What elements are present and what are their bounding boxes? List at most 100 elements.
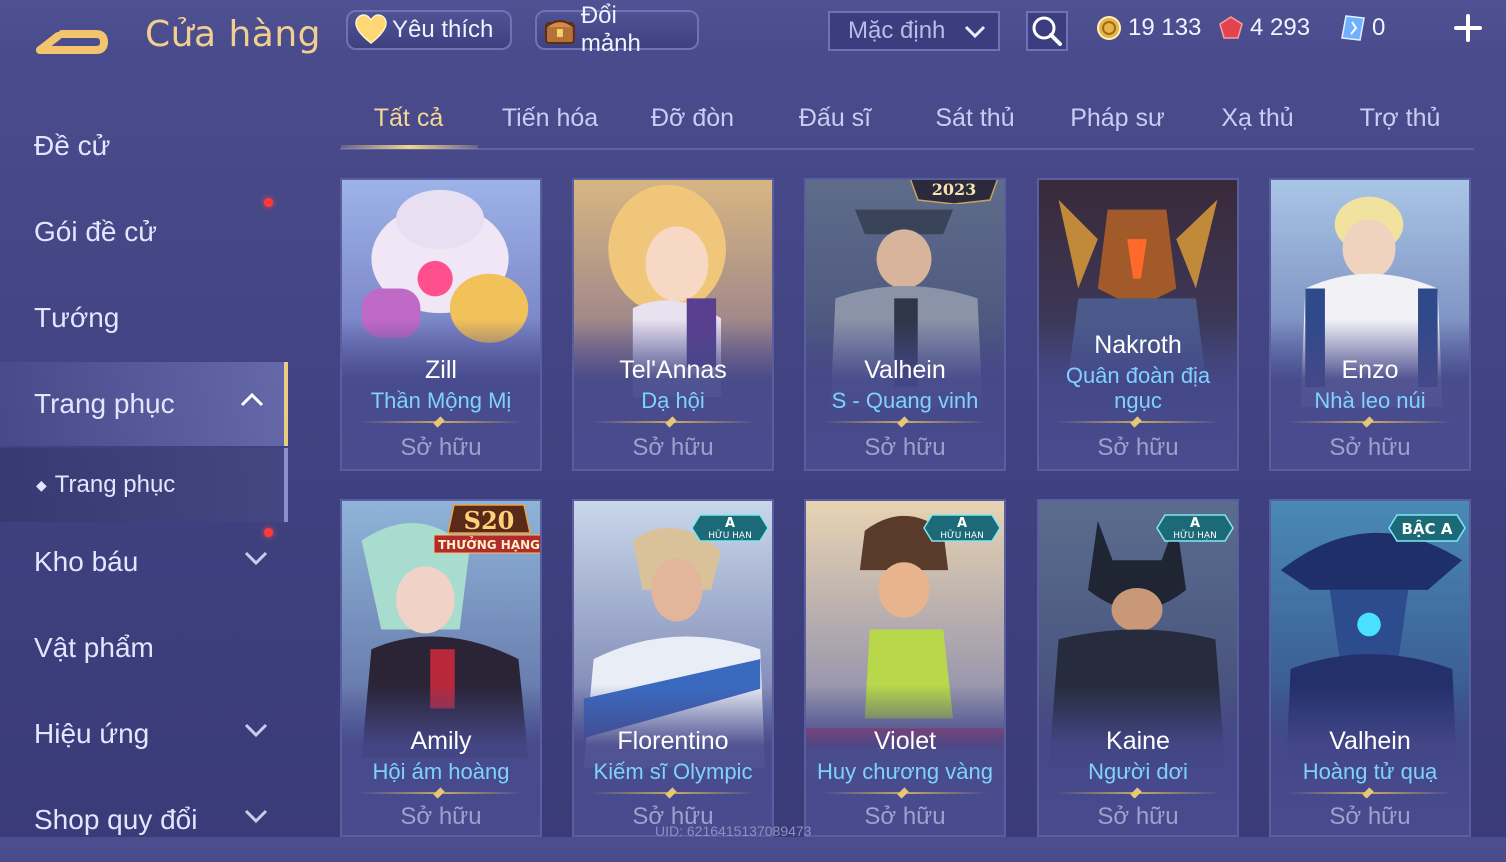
sidebar-item-heroes[interactable]: Tướng: [0, 276, 288, 360]
ruby-voucher-icon: [1219, 16, 1243, 39]
hero-name: Zill: [425, 356, 457, 384]
voucher-currency: 4 293: [1218, 12, 1310, 44]
tab-all[interactable]: Tất cả: [340, 104, 477, 133]
category-tabs: Tất cả Tiến hóa Đỡ đòn Đấu sĩ Sát thủ Ph…: [340, 96, 1474, 150]
tab-tank[interactable]: Đỡ đòn: [630, 104, 755, 133]
card-divider: [358, 792, 524, 794]
tab-mage[interactable]: Pháp sư: [1060, 104, 1175, 133]
gold-coin-icon: [1097, 16, 1121, 40]
favorite-label: Yêu thích: [392, 16, 494, 43]
owned-status: Sở hữu: [1329, 803, 1411, 830]
badge-subtext: THƯỞNG HẠNG: [438, 536, 540, 552]
badge-text: 2023: [932, 180, 977, 199]
skin-name: Quân đoàn địa ngục: [1065, 363, 1211, 413]
sidebar-item-recommended[interactable]: Đề cử: [0, 104, 288, 188]
exchange-label: Đổi mảnh: [580, 2, 641, 57]
active-tab-indicator: [341, 145, 478, 149]
sidebar-item-label: Đề cử: [34, 130, 111, 161]
skin-card-amily[interactable]: S20 THƯỞNG HẠNG Amily Hội ám hoàng Sở hữ…: [340, 499, 542, 837]
back-arrow-icon[interactable]: [36, 18, 112, 58]
badge-text: S20: [464, 506, 515, 535]
plus-icon[interactable]: [1452, 12, 1484, 44]
owned-status: Sở hữu: [400, 803, 482, 830]
skin-card-kaine[interactable]: A HỮU HẠN Kaine Người dơi Sở hữu: [1037, 499, 1239, 837]
owned-status: Sở hữu: [632, 434, 714, 461]
treasure-chest-icon: [544, 20, 575, 44]
page-title: Cửa hàng: [145, 14, 322, 55]
sidebar-item-label: Shop quy đổi: [34, 804, 198, 835]
top-bar: Cửa hàng Yêu thích Đổi mảnh Mặc định 19 …: [0, 0, 1506, 64]
chevron-down-icon: [244, 809, 268, 824]
skin-card-enzo[interactable]: Enzo Nhà leo núi Sở hữu: [1269, 178, 1471, 471]
skin-card-florentino[interactable]: A HỮU HẠN Florentino Kiếm sĩ Olympic Sở …: [572, 499, 774, 837]
skin-card-valhein-crow[interactable]: BẬC A Valhein Hoàng tử quạ Sở hữu: [1269, 499, 1471, 837]
owned-status: Sở hữu: [1097, 803, 1179, 830]
owned-status: Sở hữu: [400, 434, 482, 461]
tier-a-badge: BẬC A: [1388, 514, 1466, 542]
card-divider: [1055, 421, 1221, 423]
notification-dot: [264, 198, 273, 207]
sidebar-item-recommended-packs[interactable]: Gói đề cử: [0, 190, 288, 274]
badge-text: A: [725, 516, 735, 531]
sidebar-item-effects[interactable]: Hiệu ứng: [0, 692, 288, 776]
card-divider: [590, 421, 756, 423]
sidebar-item-exchange-shop[interactable]: Shop quy đổi: [0, 778, 288, 862]
favorite-button[interactable]: Yêu thích: [346, 10, 512, 50]
card-divider: [1055, 792, 1221, 794]
tab-support[interactable]: Trợ thủ: [1345, 104, 1455, 133]
sort-value: Mặc định: [848, 17, 946, 44]
season-ranked-badge: S20 THƯỞNG HẠNG: [434, 504, 540, 554]
skin-name: Huy chương vàng: [817, 759, 993, 784]
limited-a-badge: A HỮU HẠN: [691, 514, 769, 542]
card-divider: [822, 792, 988, 794]
tab-marksman[interactable]: Xạ thủ: [1205, 104, 1310, 133]
sidebar-item-treasure[interactable]: Kho báu: [0, 520, 288, 604]
chevron-down-icon: [244, 723, 268, 738]
sort-dropdown[interactable]: Mặc định: [828, 11, 1000, 51]
owned-status: Sở hữu: [1097, 434, 1179, 461]
skin-card-valhein-2023[interactable]: 2023 Valhein S - Quang vinh Sở hữu: [804, 178, 1006, 471]
skin-card-telannas[interactable]: Tel'Annas Dạ hội Sở hữu: [572, 178, 774, 471]
skin-card-violet[interactable]: A HỮU HẠN Violet Huy chương vàng Sở hữu: [804, 499, 1006, 837]
badge-subtext: HỮU HẠN: [708, 529, 752, 541]
voucher-amount: 4 293: [1250, 14, 1311, 41]
skin-card-zill[interactable]: Zill Thần Mộng Mị Sở hữu: [340, 178, 542, 471]
skin-name: Kiếm sĩ Olympic: [593, 759, 753, 784]
sidebar-item-label: Kho báu: [34, 546, 139, 577]
limited-a-badge: A HỮU HẠN: [923, 514, 1001, 542]
badge-text: BẬC A: [1402, 518, 1453, 538]
hero-name: Violet: [873, 727, 937, 755]
hero-name: Nakroth: [1094, 331, 1182, 359]
year-2023-badge: 2023: [910, 180, 998, 204]
sidebar-item-items[interactable]: Vật phẩm: [0, 606, 288, 690]
chevron-down-icon: [244, 551, 268, 566]
skin-card-nakroth[interactable]: Nakroth Quân đoàn địa ngục Sở hữu: [1037, 178, 1239, 471]
search-button[interactable]: [1026, 11, 1068, 51]
sidebar-item-label: Hiệu ứng: [34, 718, 150, 749]
hero-name: Florentino: [617, 727, 729, 755]
hero-name: Valhein: [1329, 727, 1411, 755]
badge-text: A: [957, 516, 967, 531]
tab-assassin[interactable]: Sát thủ: [920, 104, 1030, 133]
skin-name: Thần Mộng Mị: [370, 388, 512, 413]
owned-status: Sở hữu: [864, 434, 946, 461]
hero-name: Enzo: [1341, 356, 1399, 384]
crystal-card-icon: [1341, 15, 1365, 41]
tab-warrior[interactable]: Đấu sĩ: [780, 104, 890, 133]
tab-evolution[interactable]: Tiến hóa: [490, 104, 610, 133]
limited-a-badge: A HỮU HẠN: [1156, 514, 1234, 542]
search-icon: [1032, 16, 1062, 46]
badge-subtext: HỮU HẠN: [940, 529, 984, 541]
hero-name: Tel'Annas: [619, 356, 727, 384]
gold-amount: 19 133: [1128, 14, 1202, 41]
badge-subtext: HỮU HẠN: [1173, 529, 1217, 541]
sidebar-subitem-skins[interactable]: ◆ Trang phục: [0, 448, 288, 522]
chevron-up-icon: [240, 392, 264, 407]
exchange-shards-button[interactable]: Đổi mảnh: [535, 2, 699, 57]
sidebar-item-label: Gói đề cử: [34, 216, 158, 247]
skin-name: Người dơi: [1088, 759, 1188, 784]
card-divider: [358, 421, 524, 423]
sidebar-item-skins[interactable]: Trang phục: [0, 362, 288, 446]
sidebar: Đề cử Gói đề cử Tướng Trang phục ◆ Trang…: [0, 100, 288, 837]
skin-name: Dạ hội: [641, 388, 705, 413]
